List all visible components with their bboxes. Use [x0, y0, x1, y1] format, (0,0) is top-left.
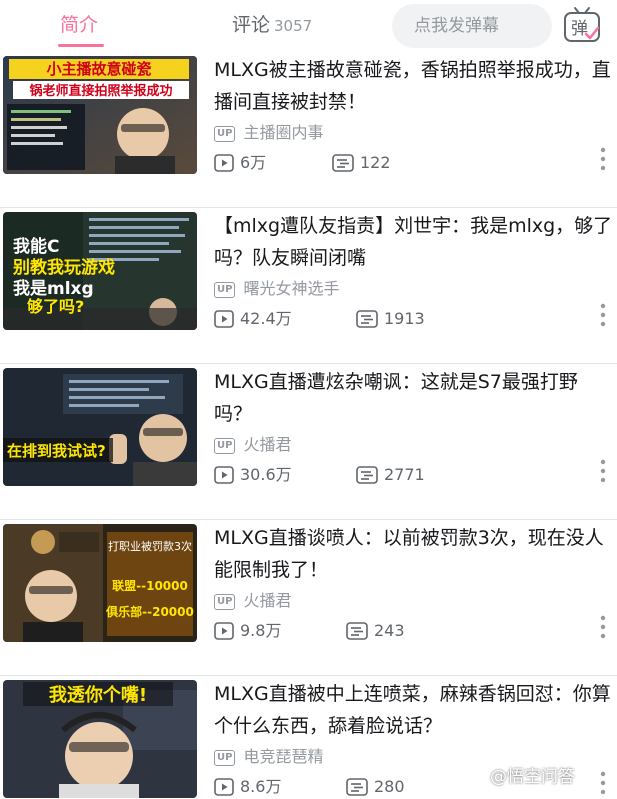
up-badge: UP [214, 282, 236, 298]
thumb-caption: 小主播故意碰瓷 [46, 60, 151, 78]
comments-count: 3057 [274, 17, 313, 35]
danmaku-tv-icon: 弹 [564, 7, 600, 42]
up-badge: UP [214, 750, 236, 766]
danmaku-icon [356, 310, 378, 328]
danmaku-icon [346, 778, 368, 796]
thumb-caption: 够了吗? [26, 297, 84, 316]
more-options-icon[interactable] [598, 302, 608, 328]
video-thumbnail[interactable]: 我能C 别教我玩游戏 我是mlxg 够了吗? [3, 212, 197, 330]
video-card[interactable]: 小主播故意碰瓷 锅老师直接拍照举报成功 MLXG被主播故意碰瓷，香锅拍照举报成功… [0, 52, 617, 208]
video-card[interactable]: 我能C 别教我玩游戏 我是mlxg 够了吗? 【mlxg遭队友指责】刘世宇：我是… [0, 208, 617, 364]
tab-active-indicator [58, 44, 104, 47]
view-count: 42.4万 [214, 308, 292, 330]
uploader[interactable]: UP 火播君 [214, 434, 291, 456]
video-card[interactable]: 打职业被罚款3次 联盟--10000 俱乐部--20000 MLXG直播谈喷人：… [0, 520, 617, 676]
play-icon [214, 622, 234, 640]
video-stats: 6万 122 [214, 152, 604, 174]
uploader[interactable]: UP 主播圈内事 [214, 122, 323, 144]
thumb-caption: 别教我玩游戏 [12, 257, 115, 278]
tab-intro[interactable]: 简介 [60, 10, 98, 37]
up-badge: UP [214, 438, 236, 454]
video-stats: 30.6万 2771 [214, 464, 604, 486]
play-icon [214, 154, 234, 172]
view-count: 30.6万 [214, 464, 292, 486]
more-options-icon[interactable] [598, 458, 608, 484]
danmaku-count: 280 [346, 776, 405, 798]
thumb-caption: 我是mlxg [13, 279, 94, 299]
thumb-caption: 在排到我试试? [7, 442, 106, 460]
video-title[interactable]: MLXG直播谈喷人：以前被罚款3次，现在没人能限制我了！ [214, 522, 614, 586]
uploader-name: 电竞琵琶精 [243, 747, 324, 766]
tab-comments[interactable]: 评论 3057 [232, 10, 312, 37]
uploader-name: 火播君 [243, 591, 292, 610]
thumb-caption: 我能C [13, 236, 59, 257]
uploader-name: 曙光女神选手 [243, 279, 340, 298]
play-icon [214, 310, 234, 328]
video-thumbnail[interactable]: 我透你个嘴! [3, 680, 197, 798]
more-options-icon[interactable] [598, 770, 608, 796]
play-icon [214, 778, 234, 796]
danmaku-toggle-button[interactable]: 弹 [558, 4, 606, 48]
thumb-caption: 联盟--10000 [112, 579, 188, 593]
video-card[interactable]: 在排到我试试? MLXG直播遭炫杂嘲讽：这就是S7最强打野吗？ UP 火播君 30… [0, 364, 617, 520]
more-options-icon[interactable] [598, 614, 608, 640]
thumb-caption: 锅老师直接拍照举报成功 [29, 83, 172, 99]
video-thumbnail[interactable]: 打职业被罚款3次 联盟--10000 俱乐部--20000 [3, 524, 197, 642]
top-bar: 简介 评论 3057 点我发弹幕 弹 [0, 0, 617, 52]
thumb-caption: 俱乐部--20000 [105, 604, 194, 619]
video-title[interactable]: MLXG直播被中上连喷菜，麻辣香锅回怼：你算个什么东西，舔着脸说话？ [214, 678, 614, 742]
danmaku-input[interactable]: 点我发弹幕 [392, 4, 552, 48]
thumb-caption: 我透你个嘴! [49, 684, 147, 706]
danmaku-toggle-label: 弹 [571, 19, 588, 39]
tab-comments-label: 评论 [232, 14, 271, 36]
video-thumbnail[interactable]: 在排到我试试? [3, 368, 197, 486]
uploader[interactable]: UP 电竞琵琶精 [214, 746, 323, 768]
video-stats: 42.4万 1913 [214, 308, 604, 330]
view-count: 9.8万 [214, 620, 281, 642]
danmaku-count: 1913 [356, 308, 425, 330]
danmaku-icon [332, 154, 354, 172]
video-title[interactable]: 【mlxg遭队友指责】刘世宇：我是mlxg，够了吗？队友瞬间闭嘴 [214, 210, 614, 274]
up-badge: UP [214, 594, 236, 610]
video-stats: 9.8万 243 [214, 620, 604, 642]
uploader[interactable]: UP 曙光女神选手 [214, 278, 339, 300]
uploader-name: 火播君 [243, 435, 292, 454]
more-options-icon[interactable] [598, 146, 608, 172]
view-count: 8.6万 [214, 776, 281, 798]
video-thumbnail[interactable]: 小主播故意碰瓷 锅老师直接拍照举报成功 [3, 56, 197, 174]
danmaku-count: 2771 [356, 464, 425, 486]
up-badge: UP [214, 126, 236, 142]
danmaku-icon [346, 622, 368, 640]
play-icon [214, 466, 234, 484]
video-title[interactable]: MLXG直播遭炫杂嘲讽：这就是S7最强打野吗？ [214, 366, 614, 430]
danmaku-icon [356, 466, 378, 484]
video-title[interactable]: MLXG被主播故意碰瓷，香锅拍照举报成功，直播间直接被封禁！ [214, 54, 614, 118]
danmaku-count: 243 [346, 620, 405, 642]
thumb-caption: 打职业被罚款3次 [108, 539, 192, 553]
danmaku-count: 122 [332, 152, 391, 174]
uploader-name: 主播圈内事 [243, 123, 324, 142]
watermark: @悟空问答 [490, 767, 575, 787]
uploader[interactable]: UP 火播君 [214, 590, 291, 612]
view-count: 6万 [214, 152, 266, 174]
